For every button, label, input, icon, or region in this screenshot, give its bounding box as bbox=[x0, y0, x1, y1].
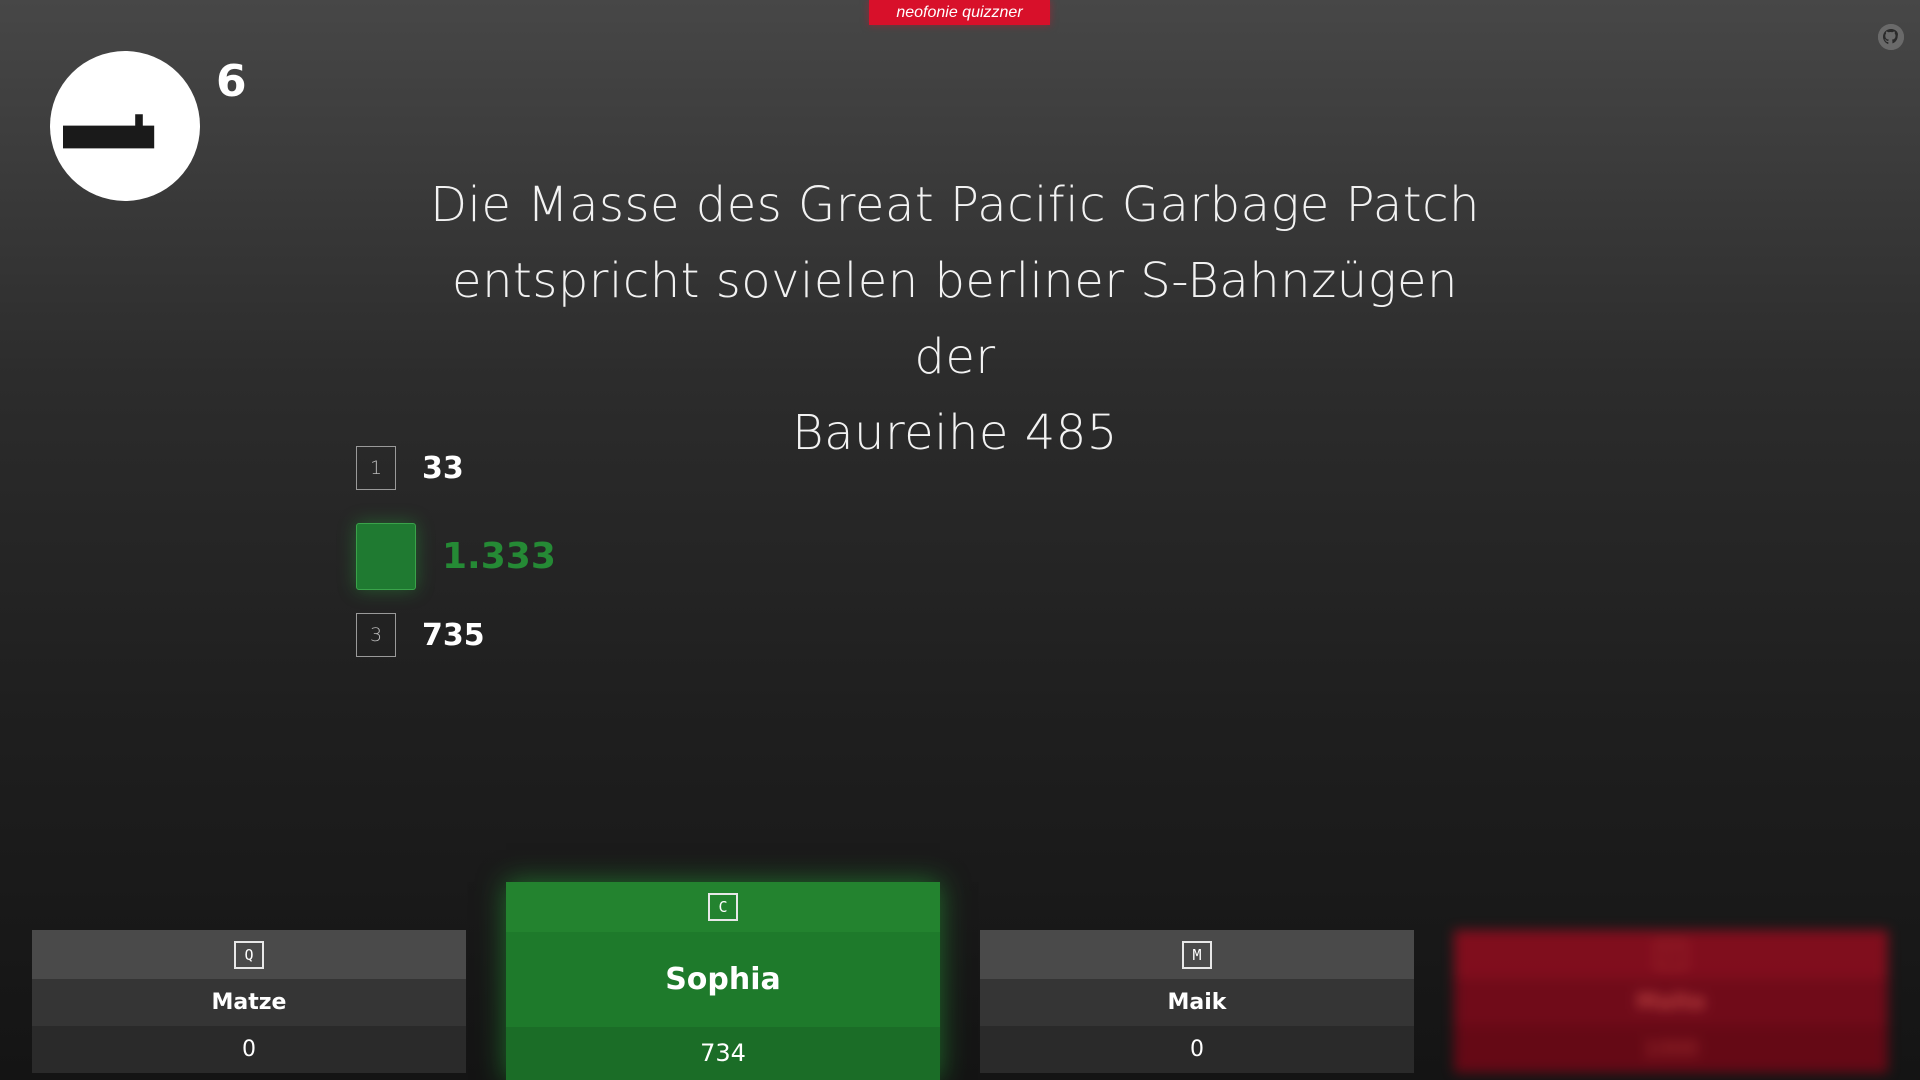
player-card-sophia[interactable]: C Sophia 734 bbox=[506, 882, 940, 1080]
player-name: Matze bbox=[32, 979, 466, 1026]
round-number: 6 bbox=[216, 56, 247, 107]
player-card-matze[interactable]: Q Matze 0 bbox=[32, 930, 466, 1080]
question-line: entspricht sovielen berliner S-Bahnzügen… bbox=[452, 253, 1458, 385]
player-name: Malte bbox=[1454, 979, 1888, 1026]
player-name: Maik bbox=[980, 979, 1414, 1026]
hourglass-icon bbox=[50, 51, 200, 201]
player-card-malte[interactable]: P Malte 1000 bbox=[1454, 930, 1888, 1080]
player-score: 734 bbox=[506, 1027, 940, 1080]
brand-tab: neofonie quizzner bbox=[869, 0, 1050, 25]
player-name: Sophia bbox=[506, 932, 940, 1027]
player-key: C bbox=[708, 893, 738, 921]
player-key-header: C bbox=[506, 882, 940, 932]
answer-option-3[interactable]: 3 735 bbox=[356, 612, 556, 658]
question-text: Die Masse des Great Pacific Garbage Patc… bbox=[415, 167, 1495, 471]
answer-key: 3 bbox=[356, 613, 396, 657]
player-key-header: Q bbox=[32, 930, 466, 979]
question-line: Baureihe 485 bbox=[792, 405, 1118, 461]
player-card-maik[interactable]: M Maik 0 bbox=[980, 930, 1414, 1080]
player-key-header: M bbox=[980, 930, 1414, 979]
player-key: P bbox=[1656, 940, 1686, 969]
answer-option-1[interactable]: 1 33 bbox=[356, 445, 556, 491]
answer-list: 1 33 1.333 3 735 bbox=[356, 445, 556, 690]
answer-key: 1 bbox=[356, 446, 396, 490]
player-score: 0 bbox=[32, 1026, 466, 1073]
answer-option-2[interactable]: 1.333 bbox=[356, 523, 556, 590]
answer-value: 735 bbox=[422, 617, 485, 653]
player-key: M bbox=[1182, 940, 1212, 969]
player-key-header: P bbox=[1454, 930, 1888, 979]
player-key: Q bbox=[234, 940, 264, 969]
question-line: Die Masse des Great Pacific Garbage Patc… bbox=[430, 177, 1480, 233]
answer-value: 33 bbox=[422, 450, 464, 486]
player-score: 0 bbox=[980, 1026, 1414, 1073]
answer-value: 1.333 bbox=[442, 536, 556, 577]
player-score: 1000 bbox=[1454, 1026, 1888, 1073]
github-icon[interactable] bbox=[1878, 24, 1904, 50]
answer-key bbox=[356, 523, 416, 590]
